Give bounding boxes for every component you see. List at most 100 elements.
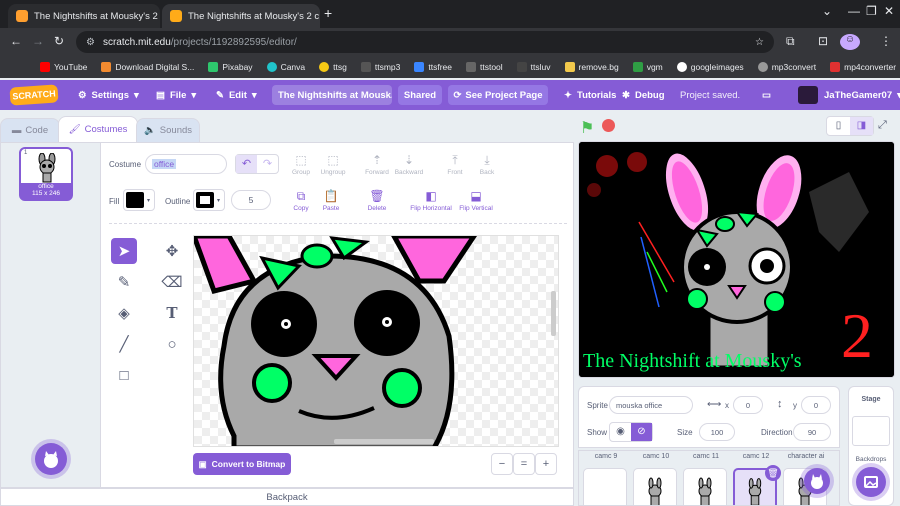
costume-name-input[interactable]: office: [145, 154, 227, 174]
rectangle-tool[interactable]: □: [111, 362, 137, 388]
see-project-page-button[interactable]: ⟳ See Project Page: [448, 85, 548, 105]
bookmark-ttsmp3[interactable]: ttsmp3: [360, 62, 400, 72]
my-stuff-folder-icon[interactable]: ▭: [762, 80, 771, 110]
delete-sprite-icon[interactable]: 🗑: [765, 465, 781, 481]
text-tool[interactable]: T: [159, 300, 185, 326]
scratch-logo[interactable]: SCRATCH: [9, 84, 59, 106]
sprite-name[interactable]: camc 11: [681, 453, 731, 460]
direction-input[interactable]: 90: [793, 423, 831, 441]
forward-button[interactable]: ⇡ Forward: [359, 153, 395, 176]
eraser-tool[interactable]: ⌫: [159, 269, 185, 295]
redo-icon[interactable]: ↷: [257, 155, 278, 173]
group-button[interactable]: ⬚ Group: [283, 153, 319, 176]
zoom-in-button[interactable]: +: [535, 453, 557, 475]
outline-color-picker[interactable]: ▾: [193, 189, 225, 211]
back-arrow-icon[interactable]: ←: [10, 34, 22, 48]
settings-menu[interactable]: ⚙ Settings ▾: [78, 80, 139, 110]
costume-item[interactable]: 1 office 115 x 246: [19, 147, 73, 201]
brush-tool[interactable]: ✎: [111, 269, 137, 295]
bookmark-ttsg[interactable]: ttsg: [319, 62, 347, 72]
star-icon[interactable]: ☆: [755, 37, 764, 48]
select-tool[interactable]: ➤: [111, 238, 137, 264]
small-stage-icon[interactable]: ▯: [827, 117, 850, 135]
sprite-name[interactable]: camc 10: [631, 453, 681, 460]
tutorials-menu[interactable]: ✦ Tutorials: [564, 80, 616, 110]
screenshot-icon[interactable]: ⊡: [818, 34, 828, 48]
zoom-out-button[interactable]: −: [491, 453, 513, 475]
project-title-input[interactable]: The Nightshifts at Mousk...: [272, 85, 392, 105]
eye-hidden-icon[interactable]: ⊘: [631, 423, 652, 441]
debug-menu[interactable]: ✱ Debug: [622, 80, 665, 110]
bookmark-vgm[interactable]: vgm: [632, 62, 663, 72]
fill-color-picker[interactable]: ▾: [123, 189, 155, 211]
sprite-name[interactable]: character ai: [781, 453, 831, 460]
sprite-thumbnail[interactable]: [583, 468, 627, 505]
ungroup-button[interactable]: ⬚ Ungroup: [315, 153, 351, 176]
edit-menu[interactable]: ✎ Edit ▾: [216, 80, 257, 110]
tab-costumes[interactable]: 🖌 Costumes: [58, 116, 138, 142]
undo-icon[interactable]: ↶: [236, 155, 257, 173]
sprite-thumbnail[interactable]: [683, 468, 727, 505]
bookmark-canva[interactable]: Canva: [266, 62, 305, 72]
close-window-button[interactable]: ✕: [884, 4, 894, 18]
sprite-name-input[interactable]: mouska office: [609, 396, 693, 414]
stop-icon[interactable]: [602, 119, 615, 132]
bookmark-pixabay[interactable]: Pixabay: [208, 62, 253, 72]
new-tab-button[interactable]: +: [324, 5, 332, 21]
bookmark-ttsluv[interactable]: ttsluv: [516, 62, 551, 72]
fullscreen-icon[interactable]: ⤢: [878, 119, 887, 132]
backpack[interactable]: Backpack: [0, 488, 574, 506]
bookmark-youtube[interactable]: YouTube: [40, 62, 87, 72]
backward-button[interactable]: ⇣ Backward: [391, 153, 427, 176]
account-menu[interactable]: JaTheGamer07 ▾: [824, 80, 900, 110]
site-info-icon[interactable]: ⚙: [86, 37, 95, 48]
shared-button[interactable]: Shared: [398, 85, 442, 105]
paint-canvas[interactable]: [193, 235, 559, 447]
address-bar[interactable]: ⚙ scratch.mit.edu/projects/1192892595/ed…: [76, 31, 774, 53]
stage[interactable]: The Nightshift at Mousky's 2: [578, 141, 895, 378]
choose-sprite-button[interactable]: [804, 468, 830, 494]
chevron-down-icon[interactable]: ⌄: [822, 4, 832, 18]
bookmark-removebg[interactable]: remove.bg: [564, 62, 619, 72]
zoom-reset-button[interactable]: =: [513, 453, 535, 475]
maximize-button[interactable]: ❐: [866, 4, 877, 18]
circle-tool[interactable]: ○: [159, 331, 185, 357]
y-input[interactable]: 0: [801, 396, 831, 414]
bookmark-download[interactable]: Download Digital S...: [101, 62, 194, 72]
normal-stage-icon[interactable]: ◨: [850, 117, 873, 135]
front-button[interactable]: ⤒ Front: [437, 153, 473, 176]
bookmark-ttsfree[interactable]: ttsfree: [414, 62, 452, 72]
more-menu-icon[interactable]: ⋮: [880, 34, 892, 48]
sprite-name[interactable]: camc 12: [731, 453, 781, 460]
tab-sounds[interactable]: 🔈 Sounds: [136, 118, 200, 142]
paste-button[interactable]: 📋 Paste: [313, 189, 349, 212]
extensions-icon[interactable]: ⧉: [786, 34, 795, 49]
minimize-button[interactable]: —: [848, 4, 860, 18]
line-tool[interactable]: ╱: [111, 331, 137, 357]
bookmark-googleimages[interactable]: googleimages: [676, 62, 744, 72]
choose-backdrop-button[interactable]: [856, 467, 886, 497]
bookmark-mp4converter[interactable]: mp4converter: [830, 62, 896, 72]
size-input[interactable]: 100: [699, 423, 735, 441]
outline-width-input[interactable]: 5: [231, 190, 271, 210]
profile-avatar-icon[interactable]: ☺: [840, 34, 860, 50]
back-button[interactable]: ⤓ Back: [469, 153, 505, 176]
delete-button[interactable]: 🗑 Delete: [359, 189, 395, 212]
choose-costume-button[interactable]: [35, 443, 67, 475]
forward-arrow-icon[interactable]: →: [32, 34, 44, 48]
user-avatar[interactable]: [798, 86, 818, 104]
file-menu[interactable]: ▤ File ▾: [156, 80, 196, 110]
reshape-tool[interactable]: ✥: [159, 238, 185, 264]
bookmark-mp3convert[interactable]: mp3convert: [757, 62, 816, 72]
fill-tool[interactable]: ◈: [111, 300, 137, 326]
tab-code[interactable]: ▬ Code: [0, 118, 60, 142]
flip-vertical-button[interactable]: ⬓ Flip Vertical: [455, 189, 497, 212]
eye-icon[interactable]: ◉: [610, 423, 631, 441]
sprite-thumbnail[interactable]: [633, 468, 677, 505]
x-input[interactable]: 0: [733, 396, 763, 414]
green-flag-icon[interactable]: ⚑: [580, 118, 594, 138]
flip-horizontal-button[interactable]: ◧ Flip Horizontal: [405, 189, 457, 212]
sprite-name[interactable]: camc 9: [581, 453, 631, 460]
close-tab-icon[interactable]: ✕: [319, 11, 320, 22]
stage-thumbnail[interactable]: [852, 416, 890, 446]
